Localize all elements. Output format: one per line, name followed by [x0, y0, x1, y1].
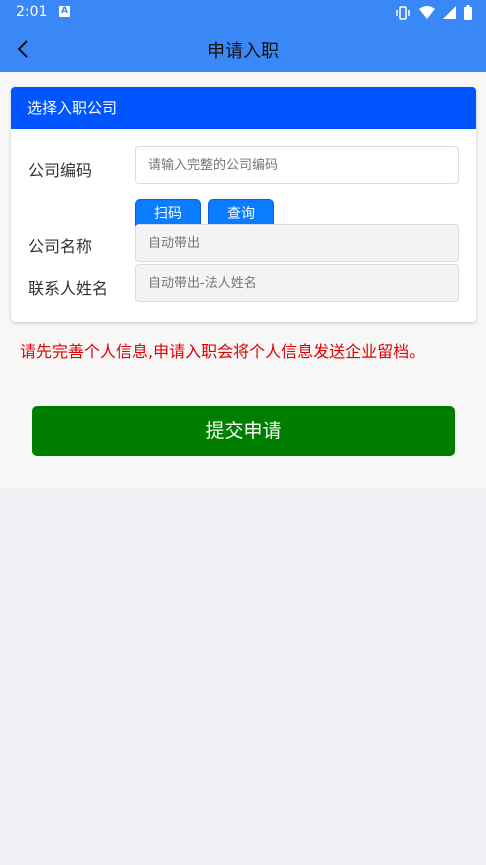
contact-name-label: 联系人姓名	[28, 279, 109, 298]
company-name-field	[135, 224, 459, 262]
card-title: 选择入职公司	[11, 87, 476, 129]
status-bar: 2:01 A	[0, 0, 486, 26]
contact-name-field	[135, 264, 459, 302]
signal-icon	[443, 6, 456, 19]
status-time: 2:01	[16, 4, 48, 20]
page-title: 申请入职	[207, 41, 279, 62]
submit-button[interactable]: 提交申请	[32, 406, 455, 456]
wifi-icon	[419, 6, 435, 19]
nav-bar: 申请入职	[0, 26, 486, 72]
main-content: 选择入职公司 公司编码 扫码 查询 公司名称 联系人姓名 请先完善个人信息,申请…	[0, 72, 486, 488]
vibrate-icon	[396, 5, 410, 20]
company-code-input[interactable]	[135, 146, 459, 184]
notice-text: 请先完善个人信息,申请入职会将个人信息发送企业留档。	[20, 342, 426, 361]
app-header: 2:01 A 申请入职	[0, 0, 486, 72]
battery-icon	[464, 5, 472, 20]
company-card: 选择入职公司 公司编码 扫码 查询 公司名称 联系人姓名	[11, 87, 476, 322]
company-code-label: 公司编码	[28, 161, 93, 180]
status-icons	[395, 5, 472, 20]
notification-icon: A	[59, 6, 70, 17]
company-name-label: 公司名称	[28, 237, 93, 256]
